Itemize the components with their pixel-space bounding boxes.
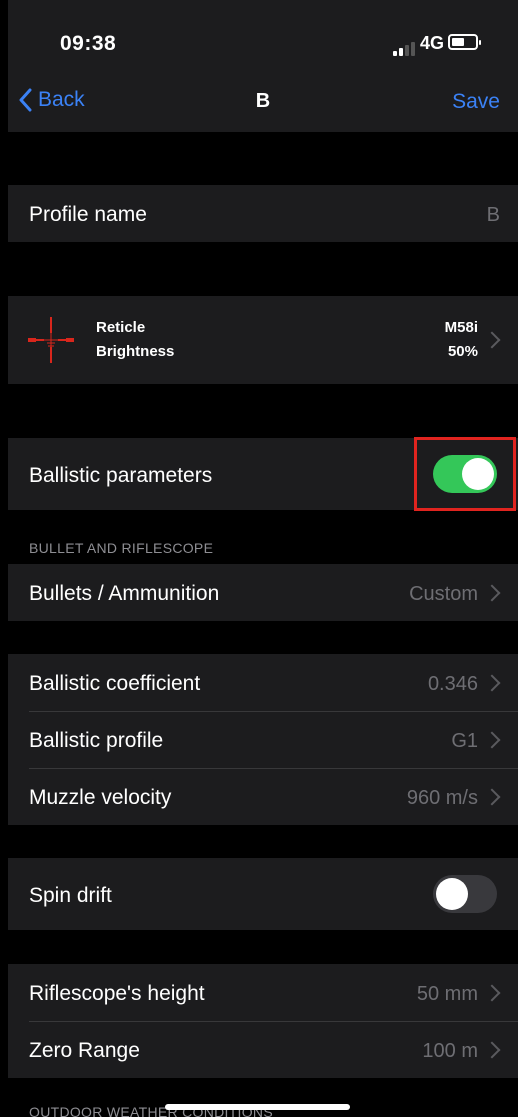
zero-range-row[interactable]: Zero Range 100 m [8, 1021, 518, 1078]
battery-icon [448, 34, 481, 50]
signal-icon [393, 38, 417, 56]
row-value: G1 [451, 730, 478, 752]
chevron-right-icon [483, 331, 501, 349]
page-title: B [255, 90, 271, 112]
chevron-right-icon [483, 731, 501, 749]
spin-drift-label: Spin drift [29, 884, 112, 907]
spin-drift-row: Spin drift [8, 858, 518, 930]
reticle-row[interactable]: Reticle Brightness M58i 50% [8, 296, 518, 384]
row-value: 50 mm [416, 983, 478, 1005]
highlight-box [414, 437, 516, 511]
row-value: 0.346 [427, 673, 478, 695]
settings-screen: 09:38 4G Back B Save Profile name B Reti… [8, 0, 518, 1117]
row-label: Riflescope's height [29, 982, 205, 1005]
navigation-bar: Back B Save [8, 70, 518, 132]
home-indicator[interactable] [165, 1104, 350, 1110]
reticle-value: M58i [444, 319, 478, 336]
reticle-icon [28, 317, 74, 363]
spin-drift-toggle[interactable] [433, 875, 497, 913]
row-value: 100 m [422, 1040, 478, 1062]
brightness-value: 50% [447, 343, 478, 360]
toggle-knob [436, 878, 468, 910]
riflescope-height-row[interactable]: Riflescope's height 50 mm [8, 964, 518, 1021]
brightness-label: Brightness [96, 343, 175, 360]
chevron-right-icon [483, 984, 501, 1002]
bullets-label: Bullets / Ammunition [29, 582, 220, 605]
network-label: 4G [420, 33, 445, 53]
ballistics-group: Ballistic coefficient 0.346 Ballistic pr… [8, 654, 518, 825]
ballistic-profile-row[interactable]: Ballistic profile G1 [8, 711, 518, 768]
chevron-right-icon [483, 1041, 501, 1059]
save-button[interactable]: Save [452, 90, 500, 114]
profile-name-value: B [486, 204, 500, 226]
ballistic-coefficient-row[interactable]: Ballistic coefficient 0.346 [8, 654, 518, 711]
muzzle-velocity-row[interactable]: Muzzle velocity 960 m/s [8, 768, 518, 825]
chevron-right-icon [483, 788, 501, 806]
bullets-row[interactable]: Bullets / Ammunition Custom [8, 564, 518, 621]
chevron-right-icon [483, 674, 501, 692]
bullets-value: Custom [409, 583, 478, 605]
row-value: 960 m/s [406, 787, 478, 809]
row-label: Muzzle velocity [29, 786, 172, 809]
reticle-label: Reticle [96, 319, 146, 336]
ballistic-parameters-label: Ballistic parameters [29, 464, 213, 487]
section-header: BULLET AND RIFLESCOPE [29, 540, 214, 556]
status-time: 09:38 [60, 32, 117, 55]
row-label: Ballistic coefficient [29, 672, 201, 695]
riflescope-group: Riflescope's height 50 mm Zero Range 100… [8, 964, 518, 1078]
chevron-right-icon [483, 584, 501, 602]
profile-name-row[interactable]: Profile name B [8, 185, 518, 242]
status-bar: 09:38 4G [8, 0, 518, 70]
row-label: Ballistic profile [29, 729, 164, 752]
profile-name-label: Profile name [29, 203, 147, 226]
row-label: Zero Range [29, 1039, 140, 1062]
